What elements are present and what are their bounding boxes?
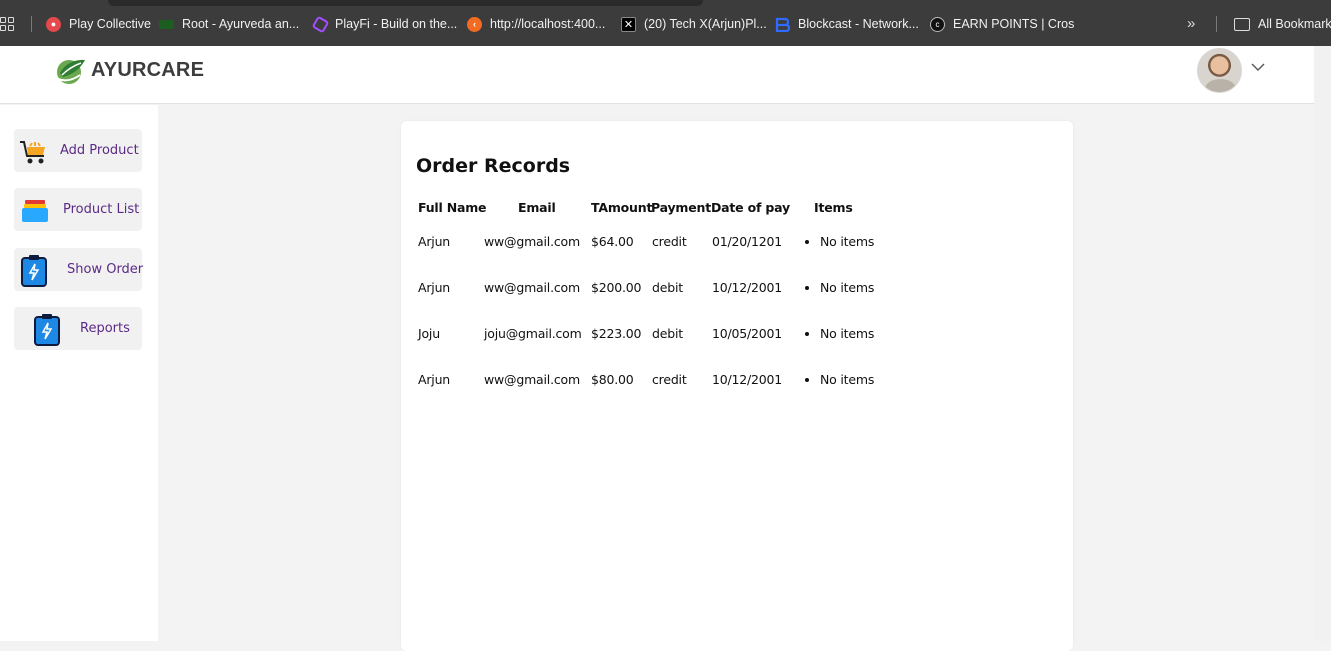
list-bullet xyxy=(805,378,809,382)
cell-amount: $200.00 xyxy=(591,280,642,295)
sidebar-item-label: Add Product xyxy=(60,143,139,158)
bookmark-label: Blockcast - Network... xyxy=(798,17,919,31)
bookmark-label: EARN POINTS | Cros xyxy=(953,17,1075,31)
cell-email: ww@gmail.com xyxy=(484,372,580,387)
play-collective-icon: ● xyxy=(46,16,61,32)
bookmark-localhost[interactable]: ‹ http://localhost:400... xyxy=(467,15,605,33)
cell-items: No items xyxy=(820,372,875,387)
blockcast-icon xyxy=(775,17,790,32)
page-title: Order Records xyxy=(416,155,571,177)
cell-date: 10/05/2001 xyxy=(712,326,783,341)
x-icon: ✕ xyxy=(621,16,636,32)
bookmark-play-collective[interactable]: ● Play Collective xyxy=(46,15,151,33)
all-bookmarks-label: All Bookmarks xyxy=(1258,17,1331,31)
app-header: AYURCARE xyxy=(0,46,1314,104)
column-header: Payment xyxy=(651,200,712,215)
folder-icon xyxy=(1234,17,1250,31)
cart-icon xyxy=(20,141,45,164)
sidebar-item-label: Reports xyxy=(80,321,130,336)
sidebar-item-label: Product List xyxy=(63,202,140,217)
bookmark-label: PlayFi - Build on the... xyxy=(335,17,458,31)
cell-full-name: Arjun xyxy=(418,372,451,387)
sidebar-item-add-product[interactable]: Add Product xyxy=(14,129,142,172)
apps-grid-icon[interactable] xyxy=(0,17,14,31)
bookmark-label: (20) Tech X(Arjun)Pl... xyxy=(644,17,767,31)
bookmark-blockcast[interactable]: Blockcast - Network... xyxy=(775,15,919,33)
earn-points-icon: c xyxy=(930,16,945,32)
user-avatar[interactable] xyxy=(1197,48,1242,93)
cell-email: ww@gmail.com xyxy=(484,234,580,249)
column-header: Full Name xyxy=(418,200,487,215)
sidebar: Add Product Product List Show Order Repo… xyxy=(0,105,158,641)
playfi-icon xyxy=(311,15,330,33)
cell-payment: debit xyxy=(652,280,683,295)
bookmarks-separator xyxy=(1216,16,1217,32)
clipboard-icon xyxy=(21,255,47,287)
cell-full-name: Joju xyxy=(418,326,440,341)
cell-payment: debit xyxy=(652,326,683,341)
column-header: TAmount xyxy=(591,200,653,215)
cell-items: No items xyxy=(820,280,875,295)
column-header: Items xyxy=(814,200,853,215)
localhost-icon: ‹ xyxy=(467,16,482,32)
ayurcare-logo[interactable]: AYURCARE xyxy=(54,55,204,85)
list-bullet xyxy=(805,286,809,290)
page-scrollbar[interactable] xyxy=(1314,46,1331,641)
all-bookmarks[interactable]: All Bookmarks xyxy=(1234,15,1331,33)
stack-icon xyxy=(22,200,48,222)
cell-email: joju@gmail.com xyxy=(484,326,582,341)
list-bullet xyxy=(805,332,809,336)
column-header: Date of pay xyxy=(711,200,790,215)
sidebar-item-reports[interactable]: Reports xyxy=(14,307,142,350)
chevron-down-icon[interactable] xyxy=(1251,60,1265,74)
cell-amount: $64.00 xyxy=(591,234,634,249)
sidebar-item-product-list[interactable]: Product List xyxy=(14,188,142,231)
cell-payment: credit xyxy=(652,372,687,387)
more-bookmarks-icon[interactable]: » xyxy=(1187,15,1195,32)
list-bullet xyxy=(805,240,809,244)
root-icon xyxy=(159,19,174,29)
avatar-shoulders xyxy=(1205,79,1236,92)
cell-full-name: Arjun xyxy=(418,280,451,295)
bookmark-playfi[interactable]: PlayFi - Build on the... xyxy=(311,15,458,33)
cell-date: 01/20/1201 xyxy=(712,234,783,249)
cell-amount: $80.00 xyxy=(591,372,634,387)
cell-items: No items xyxy=(820,234,875,249)
cell-date: 10/12/2001 xyxy=(712,372,783,387)
cell-payment: credit xyxy=(652,234,687,249)
bookmark-label: http://localhost:400... xyxy=(490,17,606,31)
leaf-logo-icon xyxy=(57,59,85,84)
order-records-card: Order Records Full Name Email TAmount Pa… xyxy=(401,121,1073,651)
sidebar-item-label: Show Order xyxy=(67,262,144,277)
cell-date: 10/12/2001 xyxy=(712,280,783,295)
bookmark-root[interactable]: Root - Ayurveda an... xyxy=(159,15,299,33)
clipboard-icon xyxy=(34,314,60,346)
cell-items: No items xyxy=(820,326,875,341)
cell-amount: $223.00 xyxy=(591,326,642,341)
cell-full-name: Arjun xyxy=(418,234,451,249)
bookmark-label: Play Collective xyxy=(69,17,151,31)
sidebar-item-show-order[interactable]: Show Order xyxy=(14,248,144,291)
tab-strip-edge xyxy=(108,0,703,6)
bookmark-earn-points[interactable]: c EARN POINTS | Cros xyxy=(930,15,1074,33)
bookmark-x[interactable]: ✕ (20) Tech X(Arjun)Pl... xyxy=(621,15,767,33)
bookmark-label: Root - Ayurveda an... xyxy=(182,17,300,31)
bookmarks-separator xyxy=(31,16,32,32)
cell-email: ww@gmail.com xyxy=(484,280,580,295)
column-header: Email xyxy=(518,200,556,215)
bookmarks-bar: ● Play Collective Root - Ayurveda an... … xyxy=(0,0,1331,46)
logo-text: AYURCARE xyxy=(91,58,205,81)
